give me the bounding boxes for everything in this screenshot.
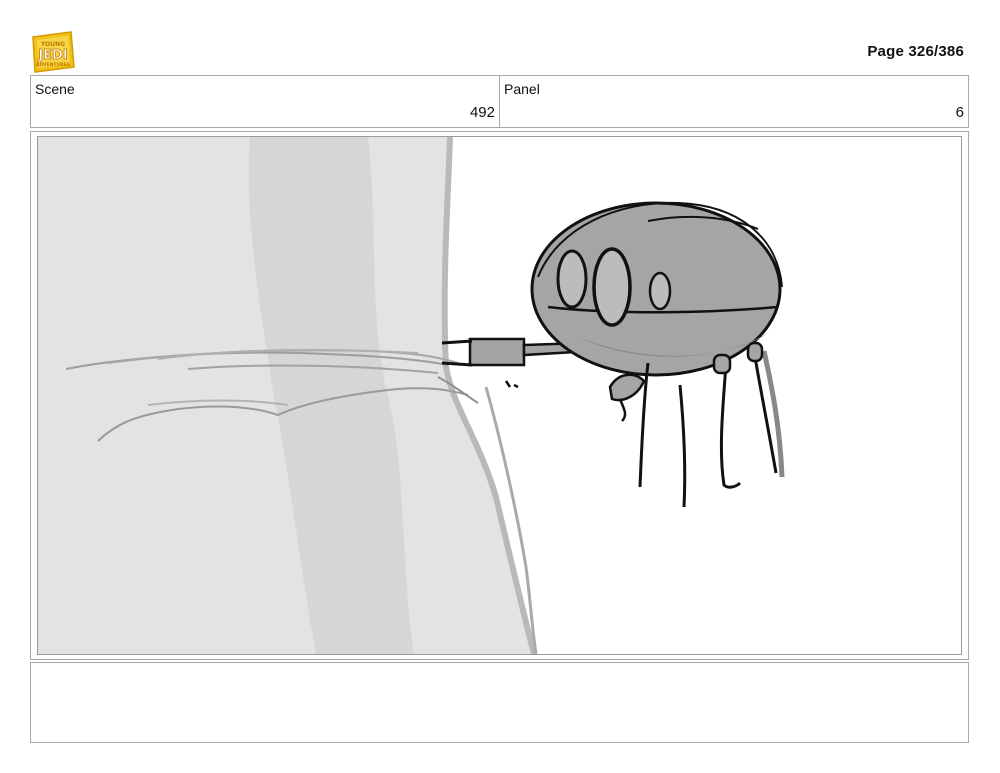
droid-claw-line — [618, 398, 627, 422]
droid-leg-joint — [746, 341, 764, 363]
spark-mark — [504, 380, 519, 389]
svg-text:YOUNG: YOUNG — [40, 41, 65, 48]
scene-panel-table: Scene 492 Panel 6 — [30, 75, 969, 128]
storyboard-panel-frame — [30, 131, 969, 660]
panel-cell: Panel 6 — [499, 76, 968, 127]
droid-leg — [719, 362, 742, 489]
droid-leg-joint — [712, 353, 732, 375]
scene-number: 492 — [469, 104, 495, 121]
svg-text:ADVENTURES: ADVENTURES — [36, 62, 70, 68]
droid-eye — [592, 247, 632, 327]
notes-box — [30, 662, 969, 743]
panel-label: Panel — [504, 81, 540, 97]
scene-cell: Scene 492 — [31, 76, 499, 127]
droid-eye — [648, 271, 672, 311]
droid-eye — [556, 249, 588, 309]
storyboard-sketch — [37, 136, 962, 655]
page-number: Page 326/386 — [867, 43, 964, 60]
show-logo: YOUNG JEDI ADVENTURES — [31, 31, 75, 73]
droid-leg — [678, 384, 687, 508]
droid-claw — [608, 373, 646, 402]
panel-number: 6 — [955, 104, 964, 121]
scene-label: Scene — [35, 81, 75, 97]
droid-leg-right — [752, 350, 778, 474]
droid-tool — [468, 337, 526, 367]
svg-text:JEDI: JEDI — [37, 48, 67, 63]
